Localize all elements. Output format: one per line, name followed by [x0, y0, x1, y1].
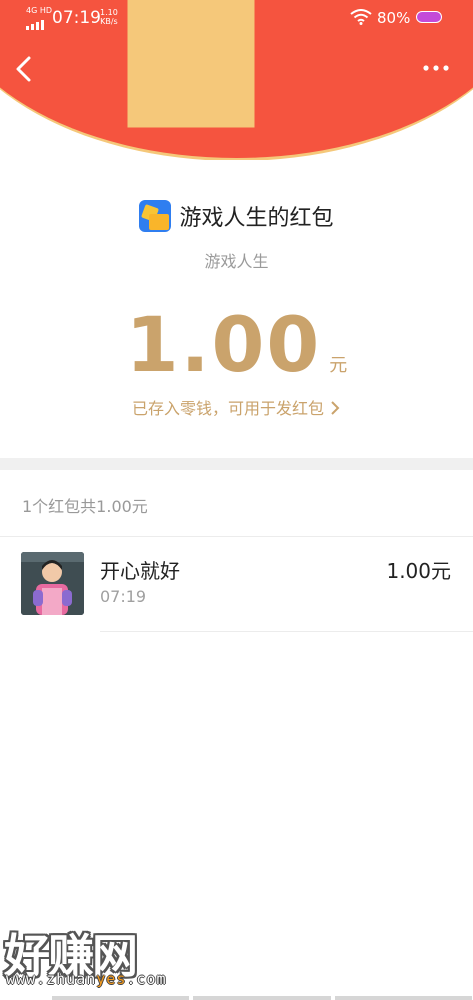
avatar: [21, 552, 84, 615]
signal-icon: [26, 15, 48, 34]
red-packet-title: 游戏人生的红包: [179, 206, 334, 231]
speed-value: 1.10: [100, 8, 118, 17]
row-separator: [100, 631, 473, 632]
more-options-button[interactable]: [420, 58, 452, 78]
speed-unit: KB/s: [100, 17, 118, 26]
watermark-url: www.zhuanyes.com: [6, 970, 167, 988]
watermark-url-prefix: www.zhuan: [6, 970, 97, 988]
network-type: 4G HD: [26, 6, 53, 15]
wallet-note-link[interactable]: 已存入零钱，可用于发红包: [0, 395, 473, 419]
status-time: 07:19: [52, 8, 101, 28]
chevron-right-icon: [331, 401, 340, 415]
amount-display: 1.00 元: [0, 300, 473, 389]
red-packet-header: 4G HD 07:19 1.10 KB/s 80%: [0, 0, 473, 160]
puzzle-app-icon: [139, 200, 172, 232]
network-speed: 1.10 KB/s: [100, 8, 118, 26]
sender-subtitle: 游戏人生: [204, 252, 269, 271]
watermark-url-highlight: yes: [96, 970, 127, 988]
receive-time: 07:19: [100, 587, 147, 606]
amount-unit: 元: [329, 355, 348, 376]
list-item[interactable]: 开心就好 07:19 1.00元: [0, 537, 473, 632]
watermark-url-suffix: .com: [126, 970, 167, 988]
more-dots-icon: [423, 65, 449, 71]
bottom-indicator: [52, 996, 472, 1000]
amount-value: 1.00: [125, 300, 322, 389]
section-divider: [0, 458, 473, 470]
status-bar: 4G HD 07:19 1.10 KB/s 80%: [0, 0, 473, 36]
chevron-left-icon: [16, 56, 31, 82]
wifi-icon: [350, 9, 372, 29]
back-button[interactable]: [12, 52, 38, 86]
sender-info: 游戏人生的红包: [0, 200, 473, 236]
packet-summary: 1个红包共1.00元: [22, 497, 148, 516]
watermark-logo: 好赚网 www.zhuanyes.com: [0, 920, 200, 1000]
received-amount: 1.00元: [386, 559, 451, 583]
recipient-name: 开心就好: [100, 559, 180, 583]
battery-icon: [416, 11, 442, 23]
wallet-note-text: 已存入零钱，可用于发红包: [131, 399, 324, 418]
battery-percent: 80%: [377, 9, 411, 27]
